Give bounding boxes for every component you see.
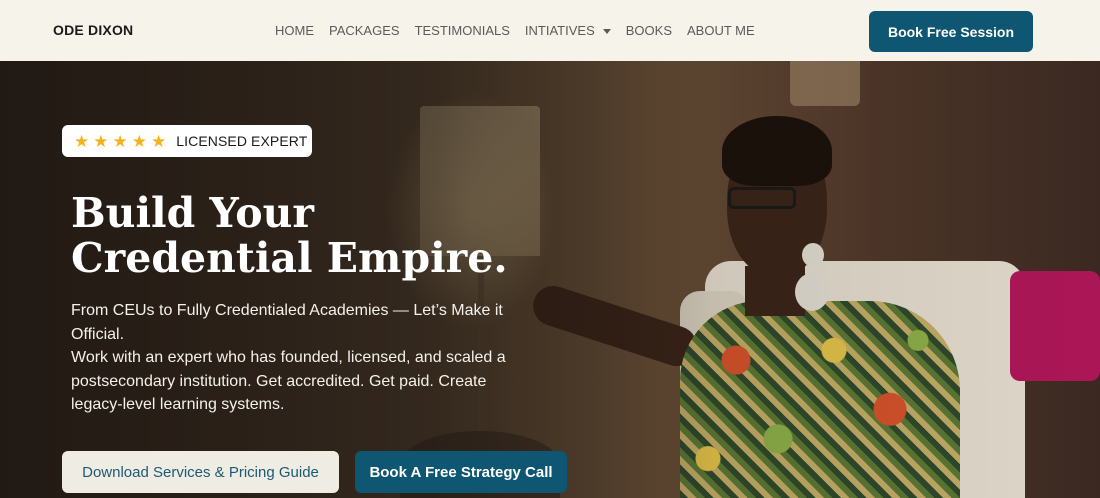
nav-item-packages[interactable]: PACKAGES — [329, 23, 400, 38]
star-icon: ★ — [93, 131, 109, 151]
star-icon: ★ — [74, 131, 90, 151]
hero-headline: Build Your Credential Empire. — [71, 191, 591, 281]
headline-line-1: Build Your — [71, 189, 315, 237]
nav-item-label: INTIATIVES — [524, 23, 595, 38]
site-logo[interactable]: ODE DIXON — [53, 22, 133, 38]
nav-item-label: HOME — [275, 23, 314, 38]
main-nav: HOME PACKAGES TESTIMONIALS INTIATIVES BO… — [275, 23, 770, 38]
rating-stars: ★ ★ ★ ★ ★ — [74, 133, 170, 150]
star-icon: ★ — [112, 131, 128, 151]
hero-subtext: From CEUs to Fully Credentialed Academie… — [71, 299, 541, 417]
book-free-session-button[interactable]: Book Free Session — [869, 11, 1033, 52]
nav-item-testimonials[interactable]: TESTIMONIALS — [415, 23, 510, 38]
hero-subtext-line-2: Work with an expert who has founded, lic… — [71, 349, 506, 413]
nav-item-home[interactable]: HOME — [275, 23, 314, 38]
star-icon: ★ — [151, 131, 167, 151]
site-header: ODE DIXON HOME PACKAGES TESTIMONIALS INT… — [0, 0, 1100, 61]
book-strategy-call-button[interactable]: Book A Free Strategy Call — [355, 451, 567, 493]
chevron-down-icon — [602, 28, 611, 34]
headline-line-2: Credential Empire. — [71, 234, 508, 282]
nav-item-initiatives[interactable]: INTIATIVES — [525, 23, 611, 38]
badge-text: LICENSED EXPERT — [176, 133, 308, 149]
nav-item-label: TESTIMONIALS — [414, 23, 510, 38]
star-icon: ★ — [131, 131, 147, 151]
nav-item-label: BOOKS — [625, 23, 672, 38]
download-pricing-guide-button[interactable]: Download Services & Pricing Guide — [62, 451, 339, 493]
hero-subtext-line-1: From CEUs to Fully Credentialed Academie… — [71, 302, 503, 343]
licensed-expert-badge: ★ ★ ★ ★ ★ LICENSED EXPERT — [62, 125, 312, 157]
nav-item-books[interactable]: BOOKS — [626, 23, 672, 38]
nav-item-about[interactable]: ABOUT ME — [687, 23, 755, 38]
hero-section: ★ ★ ★ ★ ★ LICENSED EXPERT Build Your Cre… — [0, 61, 1100, 498]
nav-item-label: PACKAGES — [329, 23, 400, 38]
nav-item-label: ABOUT ME — [687, 23, 755, 38]
